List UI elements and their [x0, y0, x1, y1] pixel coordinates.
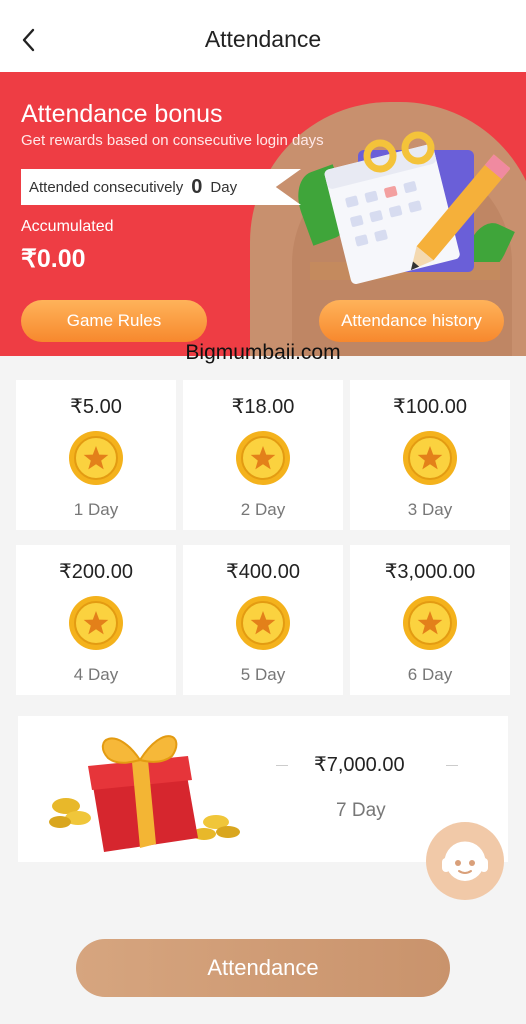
day-card[interactable]: ₹18.00 2 Day [183, 380, 343, 530]
star-coin-icon [236, 596, 290, 650]
accumulated-value: ₹0.00 [21, 245, 86, 273]
star-coin-icon [69, 431, 123, 485]
day-label: 2 Day [240, 500, 286, 519]
day-amount: ₹3,000.00 [384, 561, 476, 583]
divider-line [276, 765, 288, 766]
bonus-title: Attendance bonus [21, 100, 223, 128]
day-label: 1 Day [73, 500, 119, 519]
day-amount: ₹400.00 [226, 561, 300, 583]
divider-line [446, 765, 458, 766]
day-amount: ₹100.00 [393, 396, 467, 418]
day-card[interactable]: ₹5.00 1 Day [16, 380, 176, 530]
accumulated-label: Accumulated [21, 218, 114, 235]
day7-amount: ₹7,000.00 [314, 754, 405, 776]
star-coin-icon [69, 596, 123, 650]
day-card[interactable]: ₹100.00 3 Day [350, 380, 510, 530]
gift-box-illustration [49, 735, 240, 852]
day-label: 4 Day [73, 665, 119, 684]
game-rules-button[interactable]: Game Rules [21, 300, 207, 342]
consecutive-count: 0 [191, 175, 203, 198]
day-amount: ₹5.00 [70, 396, 122, 418]
consecutive-days-tag: Attended consecutively 0 Day [21, 169, 301, 205]
day-label: 3 Day [407, 500, 453, 519]
top-bar: Attendance [0, 0, 526, 72]
day-card[interactable]: ₹3,000.00 6 Day [350, 545, 510, 695]
bonus-subtitle: Get rewards based on consecutive login d… [21, 132, 324, 149]
star-coin-icon [403, 431, 457, 485]
consecutive-suffix: Day [210, 178, 238, 196]
customer-service-icon [442, 841, 488, 881]
star-coin-icon [403, 596, 457, 650]
day-amount: ₹200.00 [59, 561, 133, 583]
day-card[interactable]: ₹400.00 5 Day [183, 545, 343, 695]
day-amount: ₹18.00 [231, 396, 295, 418]
consecutive-prefix: Attended consecutively [29, 178, 184, 196]
day7-label: 7 Day [336, 800, 386, 821]
watermark: Bigmumbaii.com [185, 341, 341, 364]
attendance-button[interactable]: Attendance [76, 939, 450, 997]
day-label: 5 Day [240, 665, 286, 684]
day-label: 6 Day [407, 665, 453, 684]
day-card[interactable]: ₹200.00 4 Day [16, 545, 176, 695]
star-coin-icon [236, 431, 290, 485]
page-title: Attendance [204, 26, 322, 52]
customer-service-button[interactable] [426, 822, 504, 900]
attendance-history-button[interactable]: Attendance history [319, 300, 504, 342]
attendance-banner: Attendance bonus Get rewards based on co… [0, 72, 526, 356]
